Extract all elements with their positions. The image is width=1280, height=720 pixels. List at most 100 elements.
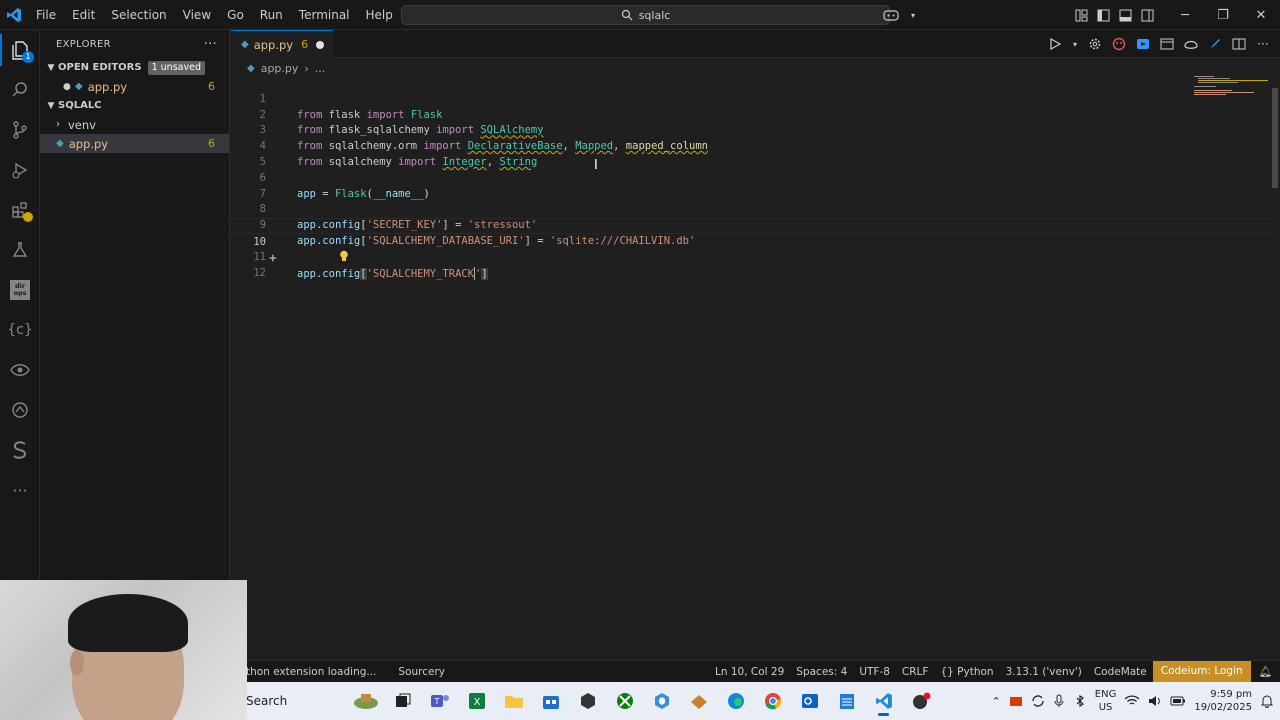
tree-item-app-py[interactable]: ◆ app.py 6 [40,134,229,153]
store-icon[interactable] [537,686,564,716]
tray-app-icon[interactable] [1009,694,1023,708]
status-indentation[interactable]: Spaces: 4 [790,666,853,678]
teams-icon[interactable]: T [426,686,453,716]
sync-icon[interactable] [1031,694,1045,708]
run-debug-icon[interactable] [0,150,40,190]
chevron-down-icon[interactable]: ▾ [906,0,920,30]
extensions-icon[interactable] [0,190,40,230]
minimap[interactable] [1192,76,1272,96]
menu-edit[interactable]: Edit [64,0,103,30]
code-editor[interactable]: 1 from flask import Flask 2 from flask_s… [231,76,1271,281]
open-editors-label: OPEN EDITORS [58,62,142,73]
status-eol[interactable]: CRLF [896,666,935,678]
menu-help[interactable]: Help [358,0,401,30]
chrome-icon[interactable] [759,686,786,716]
scrollbar-thumb[interactable] [1272,88,1278,188]
close-icon[interactable]: ✕ [1242,0,1280,30]
excel-icon[interactable]: X [463,686,490,716]
tab-app-py[interactable]: ◆ app.py 6 [231,30,333,58]
edge-icon[interactable] [722,686,749,716]
microphone-icon[interactable] [1053,694,1065,708]
folder-section[interactable]: ▼ SQLALC [40,96,229,115]
notification-center-icon[interactable] [1260,694,1274,708]
toggle-panel-icon[interactable] [1114,0,1136,30]
unsaved-dot-icon[interactable] [316,40,325,49]
breadcrumb-file[interactable]: app.py [261,62,299,75]
split-editor-icon[interactable] [1230,35,1248,53]
run-icon[interactable] [1046,35,1064,53]
menu-terminal[interactable]: Terminal [291,0,358,30]
menu-view[interactable]: View [175,0,219,30]
status-extension-loading[interactable]: thon extension loading... [240,666,382,678]
chevron-down-icon[interactable]: ▾ [1070,35,1080,53]
settings-gear-icon[interactable] [1086,35,1104,53]
show-hidden-icons-icon[interactable]: ⌃ [992,695,1001,708]
open-preview-icon[interactable] [1158,35,1176,53]
menu-run[interactable]: Run [252,0,291,30]
preview-icon[interactable] [1134,35,1152,53]
notifications-bell-icon[interactable]: 🔔︎ [1251,665,1280,678]
outlook-icon[interactable] [796,686,823,716]
status-interpreter[interactable]: 3.13.1 ('venv') [1000,666,1088,678]
copilot-chat-icon[interactable] [1182,35,1200,53]
python-file-icon: ◆ [247,62,255,74]
game-app-icon[interactable] [685,686,712,716]
status-sourcery[interactable]: Sourcery [392,666,451,678]
taskbar-search[interactable]: Search [232,688,344,714]
variables-braces-icon[interactable]: {c} [0,310,40,350]
xbox-icon[interactable] [611,686,638,716]
search-highlight-icon[interactable] [352,686,379,716]
menu-selection[interactable]: Selection [103,0,174,30]
source-control-icon[interactable] [0,110,40,150]
sourcery-icon[interactable] [0,430,40,470]
explorer-icon[interactable]: 1 [0,30,40,70]
clock[interactable]: 9:59 pm 19/02/2025 [1194,688,1252,714]
restore-icon[interactable]: ❐ [1204,0,1242,30]
customize-layout-icon[interactable] [1070,0,1092,30]
tree-item-venv[interactable]: › venv [40,115,229,134]
remote-explorer-icon[interactable] [0,390,40,430]
task-view-icon[interactable] [389,686,416,716]
pen-icon[interactable] [1206,35,1224,53]
dir-ops-icon[interactable]: dir ops [0,270,40,310]
notepad-icon[interactable] [833,686,860,716]
explorer-header: EXPLORER ··· [40,30,229,58]
open-editors-section[interactable]: ▼ OPEN EDITORS 1 unsaved [40,58,229,77]
copilot-icon[interactable] [876,0,906,30]
status-codeium-login[interactable]: Codeium: Login [1152,661,1251,682]
file-explorer-icon[interactable] [500,686,527,716]
menu-go[interactable]: Go [219,0,252,30]
wifi-icon[interactable] [1124,695,1140,707]
toggle-sidebar-icon[interactable] [1092,0,1114,30]
codemate-icon[interactable] [1110,35,1128,53]
status-cursor-position[interactable]: Ln 10, Col 29 [709,666,790,678]
unity-icon[interactable] [574,686,601,716]
app-hexagon-icon[interactable] [648,686,675,716]
battery-icon[interactable] [1170,695,1186,707]
code-line: 8 app.config['SECRET_KEY'] = 'stressout' [231,187,1271,231]
clock-date: 19/02/2025 [1194,702,1252,713]
volume-icon[interactable] [1148,695,1162,707]
language-indicator[interactable]: ENG US [1095,688,1117,714]
code-line-current: 10 + app.config['SQLALCHEMY_TRACK'] [231,218,1271,281]
vscode-taskbar-icon[interactable] [870,686,897,716]
command-center-search[interactable]: sqlalc [401,5,890,25]
more-actions-icon[interactable]: ··· [1254,35,1272,53]
app-with-badge-icon[interactable] [907,686,934,716]
open-editor-item[interactable]: ● ◆ app.py 6 [40,77,229,96]
more-actions-icon[interactable]: ··· [204,37,217,52]
bluetooth-app-icon[interactable] [1073,694,1087,708]
search-icon[interactable] [0,70,40,110]
unsaved-dot-icon[interactable]: ● [63,82,75,92]
menu-file[interactable]: File [28,0,64,30]
toggle-secondary-sidebar-icon[interactable] [1136,0,1158,30]
more-icon[interactable]: ··· [0,470,40,510]
testing-flask-icon[interactable] [0,230,40,270]
minimize-icon[interactable]: ─ [1166,0,1204,30]
status-codemate[interactable]: CodeMate [1088,666,1153,678]
eye-icon[interactable] [0,350,40,390]
status-language[interactable]: {} Python [934,666,999,678]
breadcrumb-separator-icon: › [304,61,309,75]
status-encoding[interactable]: UTF-8 [853,666,896,678]
breadcrumb-symbol[interactable]: ... [315,62,326,75]
